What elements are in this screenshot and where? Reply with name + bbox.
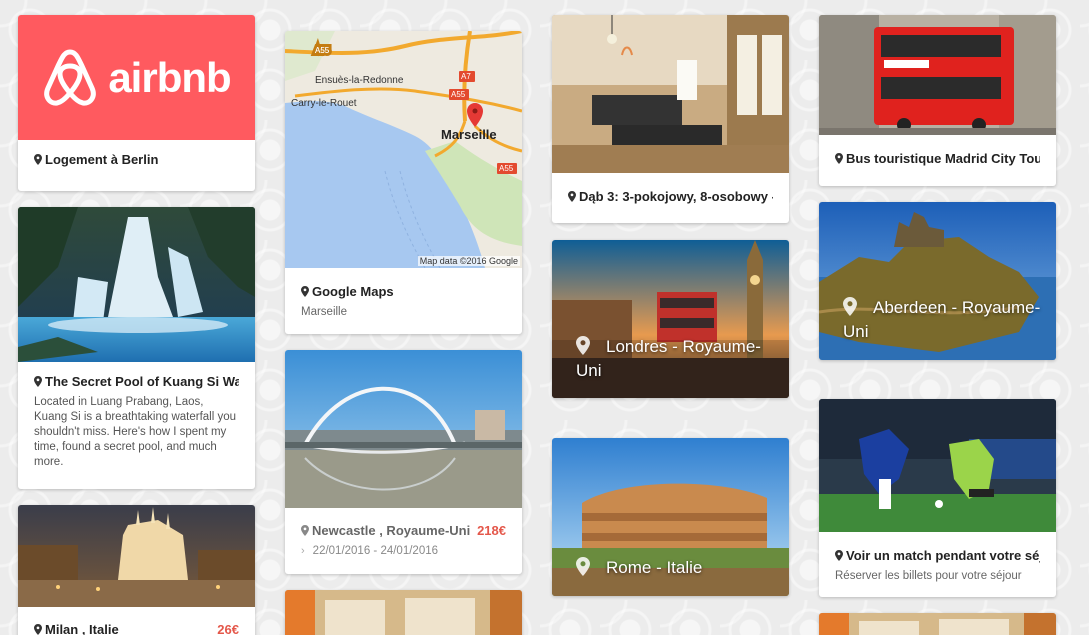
card-title[interactable]: Milan , Italie [34,622,119,635]
card-dab[interactable]: Dąb 3: 3-pokojowy, 8-osobowy - ... [552,15,789,223]
price-label: 26€ [217,622,239,635]
card-subtitle: Marseille [301,306,348,318]
card-title[interactable]: Bus touristique Madrid City Tour [835,151,1040,166]
road-label-a55-b: A55 [451,90,466,99]
card-title-text: Logement à Berlin [45,152,159,167]
map-marker-icon [568,191,576,202]
card-airbnb-berlin[interactable]: airbnb Logement à Berlin [18,15,255,191]
airbnb-logo: airbnb [18,15,255,140]
overlay-label-text: Rome - Italie [606,558,703,577]
card-title-text: Google Maps [312,284,394,299]
map-marker-icon [576,557,590,576]
room-photo [819,613,1056,635]
card-football-match[interactable]: Voir un match pendant votre séj... Réser… [819,399,1056,597]
card-title-text: Milan , Italie [45,622,119,635]
map-marker-icon [576,336,590,355]
map-marker-icon [835,550,843,561]
card-room-partial-2[interactable] [819,613,1056,635]
apartment-photo [552,15,789,173]
card-room-partial-1[interactable] [285,590,522,635]
map-place-ensues: Ensuès-la-Redonne [315,75,404,86]
card-title[interactable]: Logement à Berlin [34,152,239,167]
card-rome[interactable]: Rome - Italie [552,438,789,596]
bus-photo [819,15,1056,135]
card-title[interactable]: Voir un match pendant votre séj... [835,548,1040,563]
card-aberdeen[interactable]: Aberdeen - Royaume-Uni [819,202,1056,360]
date-range: › 22/01/2016 - 24/01/2016 [301,545,506,557]
milan-photo [18,505,255,607]
card-londres[interactable]: Londres - Royaume-Uni [552,240,789,398]
price-label: 218€ [477,523,506,538]
road-label-a7: A7 [461,72,471,81]
map-marker-icon [34,624,42,635]
card-overlay-label[interactable]: Aberdeen - Royaume-Uni [843,296,1043,344]
card-title-text: Bus touristique Madrid City Tour [846,151,1040,166]
map-marker-icon [34,154,42,165]
newcastle-photo [285,350,522,508]
london-photo: Londres - Royaume-Uni [552,240,789,398]
card-description: Located in Luang Prabang, Laos, Kuang Si… [34,396,237,468]
overlay-label-text: Londres - Royaume-Uni [576,337,761,380]
card-kuang-si[interactable]: The Secret Pool of Kuang Si Wat... Locat… [18,207,255,489]
waterfall-photo [18,207,255,362]
airbnb-belo-icon [44,49,97,106]
overlay-label-text: Aberdeen - Royaume-Uni [843,298,1041,341]
map-marker-icon [843,297,857,316]
road-label-a55-a: A55 [315,46,330,55]
card-title-text: The Secret Pool of Kuang Si Wat... [45,374,239,389]
card-subtitle: Réserver les billets pour votre séjour [835,570,1022,582]
aberdeen-photo: Aberdeen - Royaume-Uni [819,202,1056,360]
chevron-right-icon: › [301,545,305,557]
football-photo [819,399,1056,532]
map-marker-icon [835,153,843,164]
map-marker-icon [301,525,309,536]
map-credit: Map data ©2016 Google [417,256,520,266]
card-title-text: Voir un match pendant votre séj... [846,548,1040,563]
road-label-a55-c: A55 [499,164,514,173]
card-title[interactable]: Newcastle , Royaume-Uni [301,523,470,538]
card-milan[interactable]: Milan , Italie 26€ [18,505,255,635]
card-title[interactable]: The Secret Pool of Kuang Si Wat... [34,374,239,389]
card-overlay-label[interactable]: Londres - Royaume-Uni [576,335,776,383]
map-place-marseille: Marseille [441,127,497,142]
map-image[interactable]: A55 A55 Ensuès-la-Redonne Carry-le-Rouet… [285,31,522,268]
rome-photo: Rome - Italie [552,438,789,596]
card-title-text: Dąb 3: 3-pokojowy, 8-osobowy - ... [579,189,773,204]
card-title[interactable]: Google Maps [301,284,506,299]
card-bus-madrid[interactable]: Bus touristique Madrid City Tour [819,15,1056,186]
card-title-text: Newcastle , Royaume-Uni [312,523,471,538]
map-place-carry: Carry-le-Rouet [291,98,357,109]
card-google-maps[interactable]: A55 A55 Ensuès-la-Redonne Carry-le-Rouet… [285,31,522,334]
map-marker-icon [301,286,309,297]
map-marker-icon [34,376,42,387]
card-overlay-label[interactable]: Rome - Italie [576,556,776,580]
card-newcastle[interactable]: Newcastle , Royaume-Uni 218€ › 22/01/201… [285,350,522,574]
room-photo [285,590,522,635]
airbnb-wordmark: airbnb [108,53,231,101]
card-title[interactable]: Dąb 3: 3-pokojowy, 8-osobowy - ... [568,189,773,204]
date-range-text: 22/01/2016 - 24/01/2016 [312,545,439,557]
